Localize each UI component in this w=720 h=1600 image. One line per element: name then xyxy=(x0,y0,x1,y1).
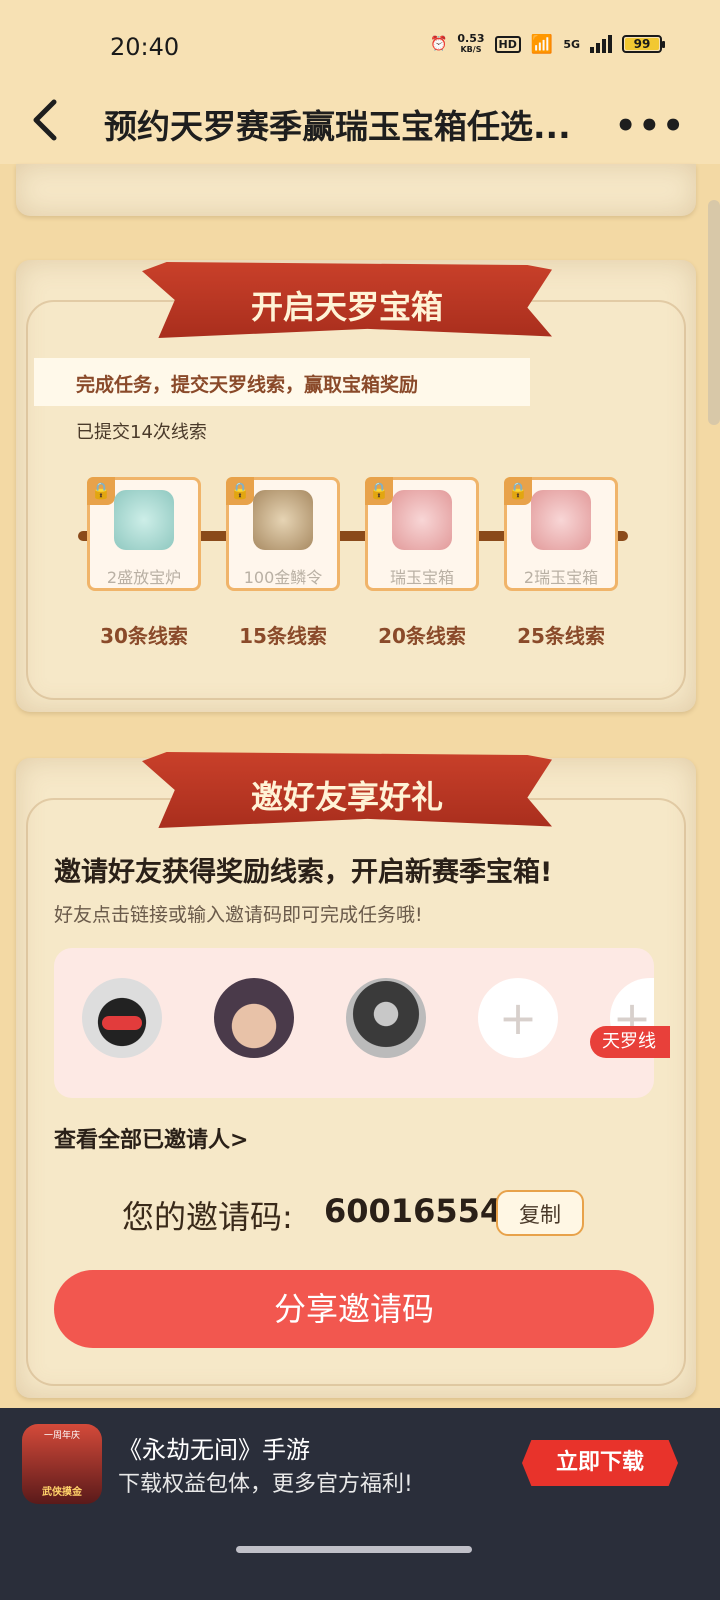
invite-subtitle: 好友点击链接或输入邀请码即可完成任务哦! xyxy=(54,904,423,926)
avatar[interactable] xyxy=(82,978,162,1058)
battery-icon: 99 xyxy=(622,35,665,53)
lock-icon: 🔒 xyxy=(226,477,254,505)
reward-name: 100金鳞令 xyxy=(243,568,323,587)
lock-icon: 🔒 xyxy=(87,477,115,505)
invite-code-label: 您的邀请码: xyxy=(122,1198,293,1236)
view-all-invited-link[interactable]: 查看全部已邀请人> xyxy=(54,1122,248,1154)
avatar[interactable] xyxy=(346,978,426,1058)
previous-card xyxy=(16,164,696,216)
lock-icon: 🔒 xyxy=(504,477,532,505)
icon-anniversary-text: 一周年庆 xyxy=(43,1431,80,1441)
avatar[interactable] xyxy=(214,978,294,1058)
home-indicator[interactable] xyxy=(236,1546,472,1553)
network-speed: 0.53 KB/S xyxy=(457,33,484,55)
copy-button[interactable]: 复制 xyxy=(496,1190,584,1236)
reward-item[interactable]: 🔒 瑞玉宝箱 xyxy=(365,477,479,591)
reward-item[interactable]: 🔒 2盛放宝炉 xyxy=(87,477,201,591)
avatar-mouth xyxy=(102,1016,142,1030)
treasure-banner-title: 开启天罗宝箱 xyxy=(250,288,443,326)
invite-code-value: 60016554 xyxy=(324,1192,503,1230)
reward-name: 瑞玉宝箱 xyxy=(389,568,454,587)
add-friend-button[interactable]: + xyxy=(478,978,558,1058)
lock-icon: 🔒 xyxy=(365,477,393,505)
tianluo-tag: 天罗线 xyxy=(590,1026,670,1058)
reward-requirement: 20条线索 xyxy=(378,624,466,648)
ad-subtitle: 下载权益包体，更多官方福利! xyxy=(118,1472,413,1497)
reward-requirement: 25条线索 xyxy=(517,624,605,648)
task-description: 完成任务，提交天罗线索，赢取宝箱奖励 xyxy=(76,374,419,396)
alarm-icon: ⏰ xyxy=(429,36,448,52)
reward-name: 2盛放宝炉 xyxy=(106,568,182,587)
more-dots-icon: ••• xyxy=(614,106,686,146)
app-download-banner xyxy=(0,1408,720,1600)
chevron-left-icon xyxy=(33,99,57,141)
signal-bars-icon xyxy=(590,35,612,53)
treasure-chest-icon xyxy=(392,490,452,550)
download-button[interactable]: 立即下载 xyxy=(522,1440,678,1486)
ad-title: 《永劫无间》手游 xyxy=(118,1436,310,1464)
game-app-icon[interactable]: 一周年庆 武侠摸金 xyxy=(22,1424,102,1504)
icon-badge-text: 武侠摸金 xyxy=(42,1487,82,1498)
wifi-icon: 📶 xyxy=(530,33,554,55)
page-header: 预约天罗赛季赢瑞玉宝箱任选... ••• xyxy=(0,80,720,164)
censer-icon xyxy=(114,490,174,550)
signal-label: 5G xyxy=(563,37,580,51)
reward-item[interactable]: 🔒 2瑞玉宝箱 xyxy=(504,477,618,591)
hd-icon: HD xyxy=(494,35,521,53)
invite-banner-title: 邀好友享好礼 xyxy=(250,778,443,816)
reward-requirement: 30条线索 xyxy=(100,624,188,648)
status-bar: 20:40 ⏰ 0.53 KB/S HD 📶 5G 99 xyxy=(0,0,720,80)
shield-token-icon xyxy=(253,490,313,550)
status-time: 20:40 xyxy=(110,33,180,61)
status-icons: ⏰ 0.53 KB/S HD 📶 5G 99 xyxy=(429,33,665,55)
page-title: 预约天罗赛季赢瑞玉宝箱任选... xyxy=(104,107,571,146)
reward-name: 2瑞玉宝箱 xyxy=(523,568,599,587)
network-speed-value: 0.53 xyxy=(457,32,485,45)
reward-requirement: 15条线索 xyxy=(239,624,327,648)
back-button[interactable] xyxy=(28,98,68,142)
network-speed-unit: KB/S xyxy=(460,45,482,54)
plus-icon: + xyxy=(498,991,538,1045)
scrollbar[interactable] xyxy=(708,200,720,425)
more-button[interactable]: ••• xyxy=(615,106,686,146)
reward-item[interactable]: 🔒 100金鳞令 xyxy=(226,477,340,591)
treasure-chest-icon xyxy=(531,490,591,550)
share-invite-code-button[interactable]: 分享邀请码 xyxy=(54,1270,654,1348)
battery-level: 99 xyxy=(625,38,659,50)
submitted-count: 已提交14次线索 xyxy=(76,422,207,443)
invite-title: 邀请好友获得奖励线索，开启新赛季宝箱! xyxy=(54,857,553,888)
